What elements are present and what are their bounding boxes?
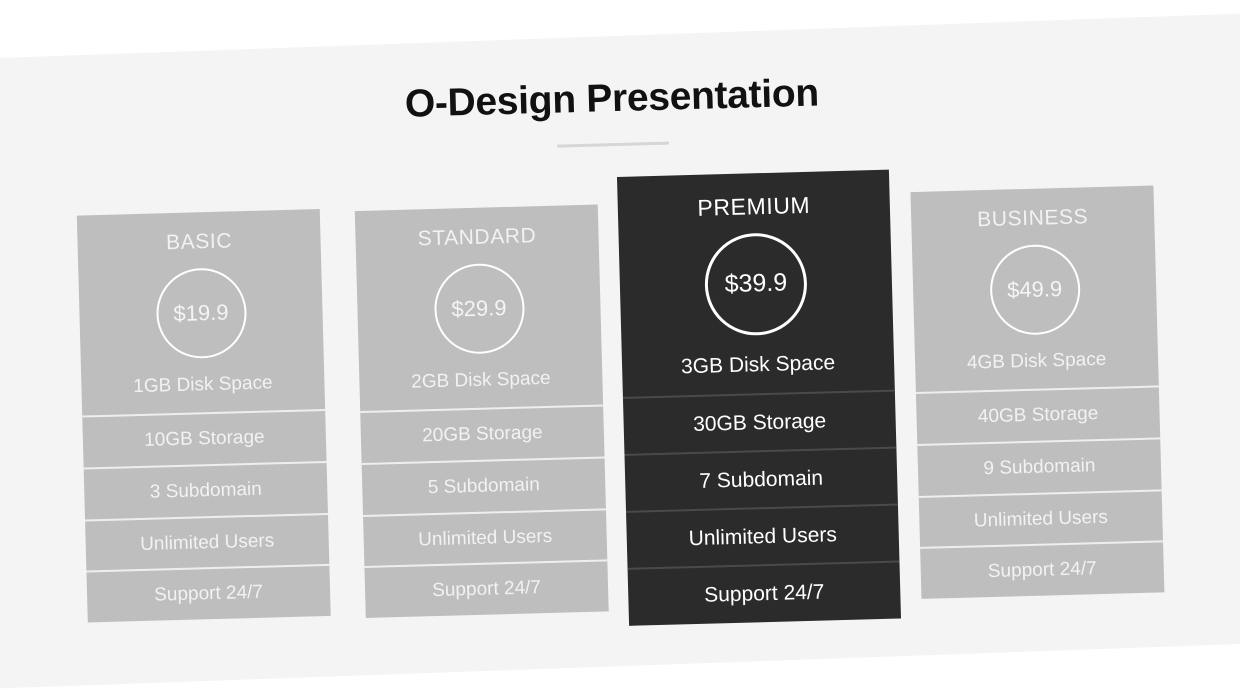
price-circle: $19.9	[154, 267, 248, 360]
feature-item: Unlimited Users	[918, 488, 1164, 548]
pricing-card-basic[interactable]: BASIC $19.9 1GB Disk Space 10GB Storage …	[76, 209, 331, 623]
plan-name: PREMIUM	[697, 191, 811, 221]
pricing-card-premium[interactable]: PREMIUM $39.9 3GB Disk Space 30GB Storag…	[616, 169, 901, 626]
feature-item: 10GB Storage	[82, 408, 327, 468]
feature-item: 7 Subdomain	[624, 446, 898, 512]
presentation-slide: O-Design Presentation BASIC $19.9 1GB Di…	[0, 0, 1240, 698]
title-block: O-Design Presentation	[0, 61, 1233, 162]
feature-item: Unlimited Users	[85, 512, 330, 571]
feature-item: 9 Subdomain	[917, 437, 1162, 496]
pricing-card-business[interactable]: BUSINESS $49.9 4GB Disk Space 40GB Stora…	[910, 185, 1165, 600]
feature-item: 3 Subdomain	[83, 460, 328, 520]
feature-item: 2GB Disk Space	[410, 368, 551, 393]
feature-item: 20GB Storage	[360, 404, 605, 463]
price-circle: $29.9	[432, 262, 526, 356]
page-title: O-Design Presentation	[404, 71, 820, 126]
feature-item: Support 24/7	[86, 564, 331, 623]
feature-item: 40GB Storage	[915, 385, 1161, 444]
plan-name: BUSINESS	[976, 205, 1089, 232]
feature-item: Support 24/7	[920, 540, 1165, 600]
plan-price: $49.9	[1006, 276, 1063, 303]
feature-item: Support 24/7	[627, 560, 901, 626]
feature-item: 4GB Disk Space	[966, 349, 1107, 374]
feature-item: Unlimited Users	[626, 503, 900, 569]
feature-item: 1GB Disk Space	[132, 372, 273, 398]
pricing-card-standard[interactable]: STANDARD $29.9 2GB Disk Space 20GB Stora…	[354, 204, 609, 619]
feature-item: Support 24/7	[364, 559, 609, 619]
feature-item: Unlimited Users	[363, 507, 608, 567]
price-circle: $39.9	[703, 231, 809, 337]
feature-item: 3GB Disk Space	[680, 350, 836, 378]
plan-name: BASIC	[165, 229, 233, 255]
feature-item: 30GB Storage	[622, 389, 897, 454]
plan-price: $39.9	[724, 268, 788, 299]
slide-content: O-Design Presentation BASIC $19.9 1GB Di…	[0, 0, 1240, 698]
plan-price: $19.9	[173, 299, 229, 327]
price-circle: $49.9	[988, 243, 1081, 337]
plan-name: STANDARD	[417, 224, 537, 251]
feature-item: 5 Subdomain	[361, 456, 606, 515]
plan-price: $29.9	[451, 295, 507, 322]
title-divider	[557, 141, 670, 148]
